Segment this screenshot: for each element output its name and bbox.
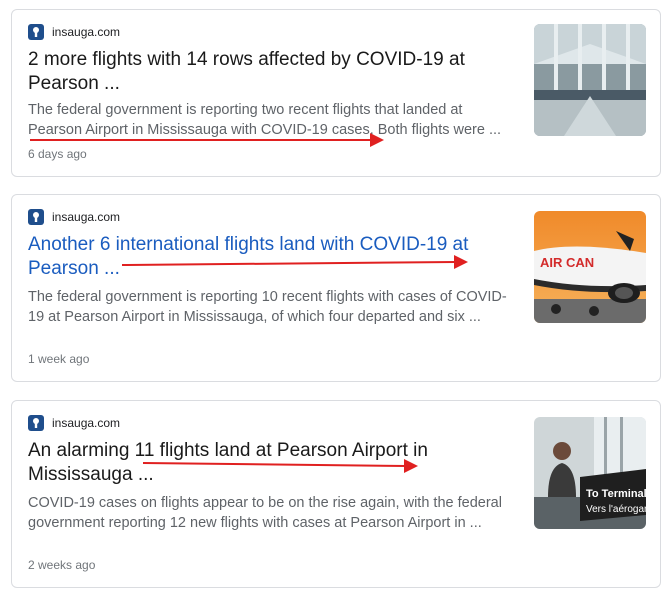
result-date: 1 week ago (28, 352, 90, 366)
source-name: insauga.com (52, 210, 121, 224)
search-result-card[interactable]: insauga.com 2 more flights with 14 rows … (11, 9, 661, 177)
result-title-link[interactable]: 2 more flights with 14 rows affected by … (28, 48, 498, 96)
air-canada-plane-thumbnail[interactable]: AIR CAN (534, 211, 646, 323)
result-title-link[interactable]: An alarming 11 flights land at Pearson A… (28, 439, 498, 487)
terminal-sign-line-1: To Terminal 1 (586, 488, 646, 500)
plane-livery-text: AIR CAN (540, 255, 594, 270)
keyhole-favicon-icon (28, 209, 44, 225)
result-snippet: COVID-19 cases on flights appear to be o… (28, 495, 502, 531)
search-result-card[interactable]: insauga.com Another 6 international flig… (11, 194, 661, 382)
result-source[interactable]: insauga.com (28, 415, 120, 431)
result-date: 6 days ago (28, 147, 87, 161)
result-title-link[interactable]: Another 6 international flights land wit… (28, 233, 498, 281)
terminal-sign-thumbnail[interactable]: To Terminal 1 Vers l'aérogare 1 (534, 417, 646, 529)
keyhole-favicon-icon (28, 415, 44, 431)
terminal-sign-line-2: Vers l'aérogare 1 (586, 504, 646, 515)
source-name: insauga.com (52, 25, 121, 39)
airport-terminal-thumbnail[interactable] (534, 24, 646, 136)
search-result-card[interactable]: insauga.com An alarming 11 flights land … (11, 400, 661, 588)
keyhole-favicon-icon (28, 24, 44, 40)
result-date: 2 weeks ago (28, 558, 96, 572)
result-source[interactable]: insauga.com (28, 209, 120, 225)
result-snippet: The federal government is reporting two … (28, 102, 502, 138)
result-source[interactable]: insauga.com (28, 24, 120, 40)
result-snippet: The federal government is reporting 10 r… (28, 289, 507, 325)
source-name: insauga.com (52, 416, 121, 430)
